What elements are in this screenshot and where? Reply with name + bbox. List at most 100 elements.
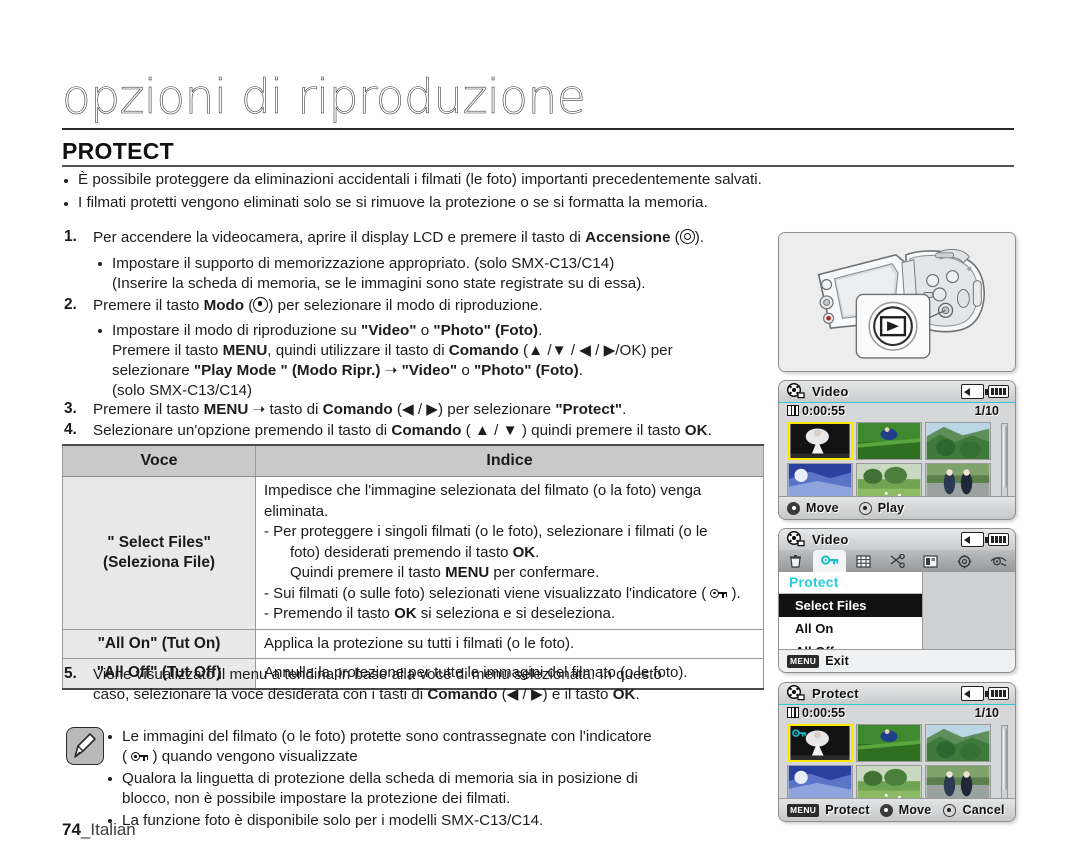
thumbnail-3[interactable] (925, 724, 991, 762)
step-3: 3. Premere il tasto MENU ➝ tasto di Coma… (64, 400, 784, 420)
sf-desc-l1: Impedisce che l'immagine selezionata del… (264, 482, 702, 499)
tab-storage[interactable] (914, 550, 948, 572)
thumbnail-1[interactable] (787, 422, 853, 460)
s3-menu: MENU (203, 401, 249, 418)
manual-page: opzioni di riproduzione PROTECT È possib… (0, 0, 1080, 868)
step-2: 2. Premere il tasto Modo () per selezion… (64, 296, 764, 316)
tab-edit[interactable] (880, 550, 914, 572)
sf-desc-l7-c: si seleziona e si deseleziona. (416, 605, 616, 622)
lcd1-hint-play: Play (877, 501, 905, 515)
s2-sub3-photo: "Photo" (Foto) (473, 362, 579, 379)
menu-button-chip: MENU (787, 803, 820, 817)
sf-desc-l2: eliminata. (264, 502, 329, 520)
s3-g: . (622, 401, 627, 418)
lcd2-title: Video (812, 532, 849, 547)
sf-desc-l7-ok: OK (394, 605, 417, 622)
sf-desc-l4-ok: OK (512, 543, 536, 561)
table-header-row: Voce Indice (62, 444, 764, 477)
step-2-text: Premere il tasto Modo () per selezionare… (93, 296, 543, 316)
page-number: 74 (62, 820, 81, 839)
lcd1-status-bar: Video (779, 381, 1015, 403)
lcd-screen-protect-menu: Video Protect Select Files All On MENU E… (778, 528, 1016, 673)
lcd1-title: Video (812, 384, 849, 399)
protect-key-icon (710, 588, 728, 599)
section-title: PROTECT (62, 138, 174, 164)
step-3-text: Premere il tasto MENU ➝ tasto di Comando… (93, 400, 626, 420)
s2-sub2-menu: MENU (222, 342, 268, 359)
lcd2-menu-header: Protect (779, 572, 922, 594)
lcd-output-icon (961, 686, 984, 701)
s5-ok: OK (612, 686, 636, 703)
ok-button-icon (858, 501, 872, 515)
s2-sub3-g: . (578, 362, 583, 379)
step-2-text-c: ( (244, 297, 254, 314)
step-1-sub-line-1: Impostare il supporto di memorizzazione … (112, 255, 615, 272)
note-2-text: Qualora la linguetta di protezione della… (122, 769, 638, 809)
step-4-number: 4. (64, 421, 77, 438)
step-2-sub: Impostare il modo di riproduzione su "Vi… (98, 321, 778, 401)
note-3-text: La funzione foto è disponibile solo per … (122, 812, 544, 829)
s2-sub3-arrow: ➝ (380, 362, 402, 379)
video-mode-icon (786, 383, 805, 399)
table-cell-desc-all-on: Applica la protezione su tutti i filmati… (255, 628, 764, 659)
thumbnail-2[interactable] (856, 724, 922, 762)
thumbnail-3[interactable] (925, 422, 991, 460)
note-1-l2-b: ) quando vengono visualizzate (148, 748, 358, 765)
note-1-text: Le immagini del filmato (o le foto) prot… (122, 727, 652, 767)
lcd3-scrollbar[interactable] (1001, 725, 1008, 803)
eye-icon (990, 556, 1007, 567)
tab-grid[interactable] (846, 550, 880, 572)
tab-view[interactable] (981, 550, 1015, 572)
tab-delete[interactable] (779, 550, 813, 572)
sf-desc-l7: - Premendo il tasto OK si seleziona e si… (264, 604, 755, 625)
s5-b: caso, selezionare la voce desiderata con… (93, 686, 428, 703)
lcd3-hint-bar: MENU Protect Move Cancel (779, 798, 1015, 821)
step-4: 4. Selezionare un'opzione premendo il ta… (64, 421, 804, 441)
table-cell-item-select-files: " Select Files" (Seleziona File) (62, 476, 256, 630)
lcd1-timecode: 0:00:55 (802, 404, 846, 418)
thumbnail-2[interactable] (856, 422, 922, 460)
tab-settings[interactable] (948, 550, 982, 572)
sf-desc-l5-menu: MENU (445, 564, 490, 581)
sf-desc-l5-a: Quindi premere il tasto (290, 564, 446, 581)
step-1: 1. Per accendere la videocamera, aprire … (64, 228, 764, 248)
s4-e: . (707, 422, 712, 439)
thumbnail-1[interactable] (787, 724, 853, 762)
sf-desc-l6-a: - Sui filmati (o sulle foto) selezionati… (264, 584, 711, 602)
note-2: Qualora la linguetta di protezione della… (108, 769, 768, 809)
bullet-dot (98, 329, 102, 333)
note-1-l2-a: ( (122, 748, 132, 765)
lcd1-scrollbar[interactable] (1001, 423, 1008, 501)
lcd3-hint-protect: Protect (825, 803, 870, 817)
film-icon (787, 707, 799, 718)
lcd3-hint-move: Move (898, 803, 932, 817)
film-icon (787, 405, 799, 416)
s3-a: Premere il tasto (93, 401, 204, 418)
title-divider (62, 128, 1014, 130)
step-4-text: Selezionare un'opzione premendo il tasto… (93, 421, 712, 441)
menu-item-select-files[interactable]: Select Files (779, 594, 922, 617)
mode-icon (253, 297, 269, 312)
note-pen-icon (66, 727, 104, 765)
battery-icon (985, 687, 1009, 700)
sf-desc-l3: - Per proteggere i singoli filmati (o le… (264, 522, 755, 543)
note-pen-glyph (74, 733, 96, 758)
tab-protect[interactable] (812, 550, 847, 572)
s3-protect: "Protect" (555, 401, 623, 418)
s4-ok: OK (684, 422, 708, 439)
note-3: La funzione foto è disponibile solo per … (108, 811, 768, 831)
intro-bullet-2-text: I filmati protetti vengono eliminati sol… (78, 194, 708, 211)
lcd1-counter: 1/10 (974, 404, 999, 418)
protect-key-badge-icon (792, 729, 807, 737)
lcd2-menu-right-pane (922, 572, 1015, 650)
step-2-number: 2. (64, 296, 77, 313)
lcd1-timecode-group: 0:00:55 (787, 404, 845, 418)
lcd3-timecode-group: 0:00:55 (787, 706, 845, 720)
step-2-sub-text: Impostare il modo di riproduzione su "Vi… (112, 321, 673, 401)
s5-a: Viene visualizzato il menu a tendina in … (93, 666, 662, 683)
bullet-dot (108, 735, 112, 739)
menu-item-all-on[interactable]: All On (779, 617, 922, 640)
s5-comando: Comando (427, 686, 498, 703)
table-cell-desc-select-files: Impedisce che l'immagine selezionata del… (255, 476, 764, 630)
ok-button-icon (943, 803, 957, 817)
